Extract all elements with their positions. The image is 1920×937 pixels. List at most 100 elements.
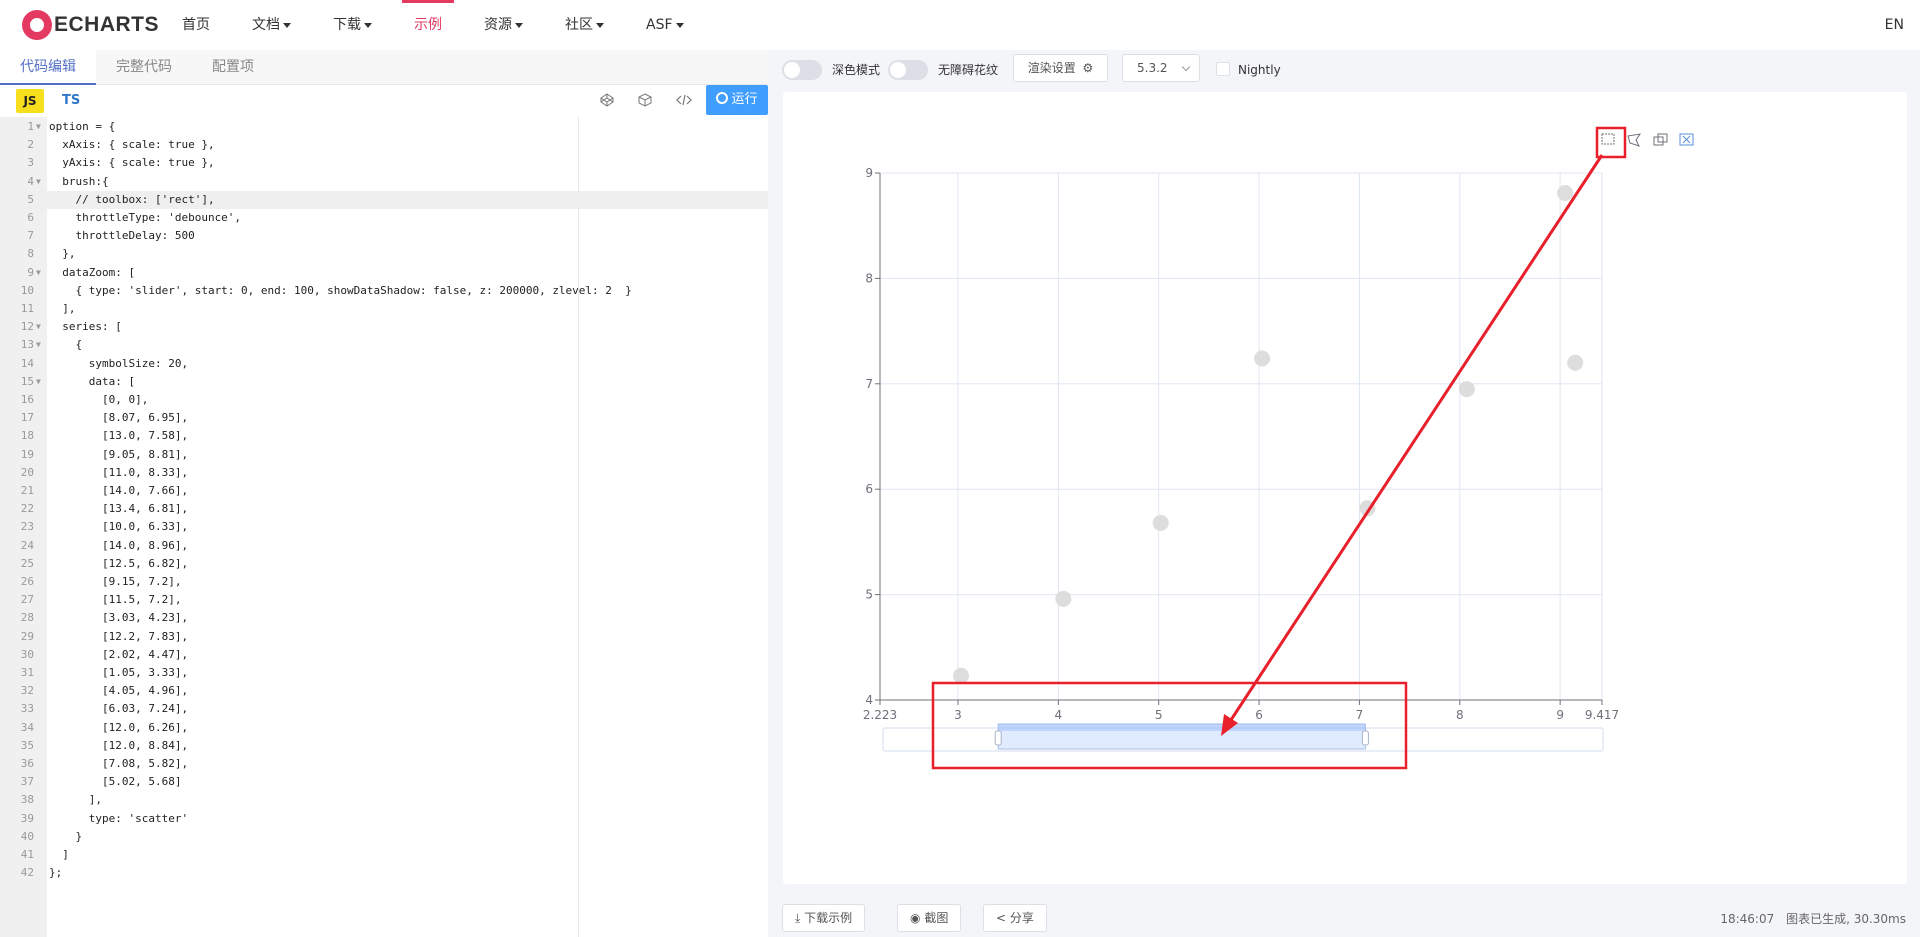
code-line[interactable]: 1 ▼ option = { <box>0 118 768 136</box>
code-line[interactable]: 11 ], <box>0 300 768 318</box>
share-button[interactable]: < 分享 <box>983 904 1047 932</box>
scatter-point[interactable] <box>1557 185 1574 202</box>
codepen-icon[interactable] <box>599 93 615 109</box>
version-select[interactable]: 5.3.2 <box>1122 54 1200 82</box>
scatter-point[interactable] <box>1567 354 1584 371</box>
scatter-point[interactable] <box>952 667 969 684</box>
code-line[interactable]: 27 [11.5, 7.2], <box>0 591 768 609</box>
x-tick-label: 6 <box>1255 708 1263 722</box>
code-line[interactable]: 7 throttleDelay: 500 <box>0 227 768 245</box>
line-text: [10.0, 6.33], <box>49 520 189 534</box>
dark-mode-toggle[interactable] <box>782 60 822 80</box>
fold-icon[interactable]: ▼ <box>36 318 41 336</box>
code-line[interactable]: 32 [4.05, 4.96], <box>0 682 768 700</box>
code-line[interactable]: 4 ▼ brush:{ <box>0 173 768 191</box>
code-line[interactable]: 26 [9.15, 7.2], <box>0 573 768 591</box>
editor-tab-1[interactable]: 完整代码 <box>96 50 192 85</box>
code-line[interactable]: 18 [13.0, 7.58], <box>0 427 768 445</box>
code-line[interactable]: 30 [2.02, 4.47], <box>0 646 768 664</box>
code-line[interactable]: 2 xAxis: { scale: true }, <box>0 136 768 154</box>
line-number: 10 <box>20 283 34 297</box>
code-line[interactable]: 22 [13.4, 6.81], <box>0 500 768 518</box>
line-text: }; <box>49 866 63 880</box>
scatter-point[interactable] <box>1152 514 1169 531</box>
nav-item-4[interactable]: 资源 <box>484 0 523 50</box>
code-line[interactable]: 40 } <box>0 828 768 846</box>
code-line[interactable]: 34 [12.0, 6.26], <box>0 719 768 737</box>
line-number: 3 <box>27 156 34 170</box>
code-line[interactable]: 39 type: 'scatter' <box>0 810 768 828</box>
code-line[interactable]: 24 [14.0, 8.96], <box>0 537 768 555</box>
render-settings-button[interactable]: 渲染设置 ⚙ <box>1013 54 1108 82</box>
nav-item-2[interactable]: 下载 <box>333 0 372 50</box>
language-switch[interactable]: EN <box>1885 0 1904 50</box>
scatter-point[interactable] <box>1055 590 1072 607</box>
screenshot-button[interactable]: ◉ 截图 <box>897 904 962 932</box>
scatter-point[interactable] <box>1254 350 1271 367</box>
editor-tab-2[interactable]: 配置项 <box>192 50 274 85</box>
code-line[interactable]: 41 ] <box>0 846 768 864</box>
code-line[interactable]: 28 [3.03, 4.23], <box>0 609 768 627</box>
line-text: [13.4, 6.81], <box>49 502 189 516</box>
line-number: 16 <box>20 393 34 406</box>
code-line[interactable]: 31 [1.05, 3.33], <box>0 664 768 682</box>
datazoom-right-handle[interactable] <box>1361 730 1369 746</box>
run-button[interactable]: 运行 <box>706 85 768 115</box>
code-line[interactable]: 3 yAxis: { scale: true }, <box>0 154 768 172</box>
code-line[interactable]: 14 symbolSize: 20, <box>0 355 768 373</box>
lang-ts-button[interactable]: TS <box>62 89 80 113</box>
code-line[interactable]: 37 [5.02, 5.68] <box>0 773 768 791</box>
code-line[interactable]: 36 [7.08, 5.82], <box>0 755 768 773</box>
scatter-chart[interactable]: 2.223 3 4 5 6 7 8 9 9.417 4 5 6 7 8 9 <box>783 92 1907 884</box>
code-line[interactable]: 21 [14.0, 7.66], <box>0 482 768 500</box>
fold-icon[interactable]: ▼ <box>36 373 41 391</box>
brush-rect-icon[interactable] <box>1601 133 1615 145</box>
code-line[interactable]: 25 [12.5, 6.82], <box>0 555 768 573</box>
x-tick-label: 2.223 <box>863 708 897 722</box>
nav-item-0[interactable]: 首页 <box>182 0 210 50</box>
nav-item-1[interactable]: 文档 <box>252 0 291 50</box>
brush-polygon-icon[interactable] <box>1627 133 1642 147</box>
code-line[interactable]: 13 ▼ { <box>0 336 768 354</box>
code-line[interactable]: 5 // toolbox: ['rect'], <box>0 190 768 209</box>
scatter-point[interactable] <box>1458 381 1475 398</box>
code-line[interactable]: 6 throttleType: 'debounce', <box>0 209 768 227</box>
fold-icon[interactable]: ▼ <box>36 336 41 354</box>
codesandbox-icon[interactable] <box>637 93 653 109</box>
code-line[interactable]: 29 [12.2, 7.83], <box>0 628 768 646</box>
code-line[interactable]: 42}; <box>0 864 768 882</box>
code-line[interactable]: 33 [6.03, 7.24], <box>0 700 768 718</box>
datazoom-move-handle[interactable] <box>998 724 1366 731</box>
code-line[interactable]: 23 [10.0, 6.33], <box>0 518 768 536</box>
preview-panel: 深色模式 无障碍花纹 渲染设置 ⚙ 5.3.2 Nightly 2.223 3 4 5… <box>768 50 1920 937</box>
datazoom-left-handle[interactable] <box>994 730 1002 746</box>
code-area[interactable]: 1 ▼ option = {2 xAxis: { scale: true }, 3 y… <box>0 117 768 937</box>
editor-tab-0[interactable]: 代码编辑 <box>0 50 96 85</box>
fold-icon[interactable]: ▼ <box>36 264 41 282</box>
embed-code-icon[interactable] <box>676 93 692 109</box>
code-line[interactable]: 19 [9.05, 8.81], <box>0 446 768 464</box>
aria-toggle[interactable] <box>888 60 928 80</box>
code-line[interactable]: 20 [11.0, 8.33], <box>0 464 768 482</box>
x-tick-label: 3 <box>954 708 962 722</box>
nightly-checkbox[interactable] <box>1216 62 1230 76</box>
code-line[interactable]: 16 [0, 0], <box>0 391 768 409</box>
lang-js-button[interactable]: JS <box>16 89 44 113</box>
code-line[interactable]: 10 { type: 'slider', start: 0, end: 100,… <box>0 282 768 300</box>
fold-icon[interactable]: ▼ <box>36 118 41 136</box>
code-line[interactable]: 8 }, <box>0 245 768 263</box>
code-line[interactable]: 15 ▼ data: [ <box>0 373 768 391</box>
code-line[interactable]: 35 [12.0, 8.84], <box>0 737 768 755</box>
nav-item-5[interactable]: 社区 <box>565 0 604 50</box>
code-line[interactable]: 12 ▼ series: [ <box>0 318 768 336</box>
fold-icon[interactable]: ▼ <box>36 173 41 191</box>
echarts-logo[interactable]: ECHARTS <box>22 10 159 40</box>
nav-item-3[interactable]: 示例 <box>402 0 454 50</box>
code-line[interactable]: 9 ▼ dataZoom: [ <box>0 264 768 282</box>
nav-item-6[interactable]: ASF <box>646 0 684 50</box>
brush-keep-icon[interactable] <box>1653 133 1668 146</box>
brush-clear-icon[interactable] <box>1679 133 1694 146</box>
code-line[interactable]: 17 [8.07, 6.95], <box>0 409 768 427</box>
code-line[interactable]: 38 ], <box>0 791 768 809</box>
download-example-button[interactable]: ⤓ 下载示例 <box>782 904 866 932</box>
